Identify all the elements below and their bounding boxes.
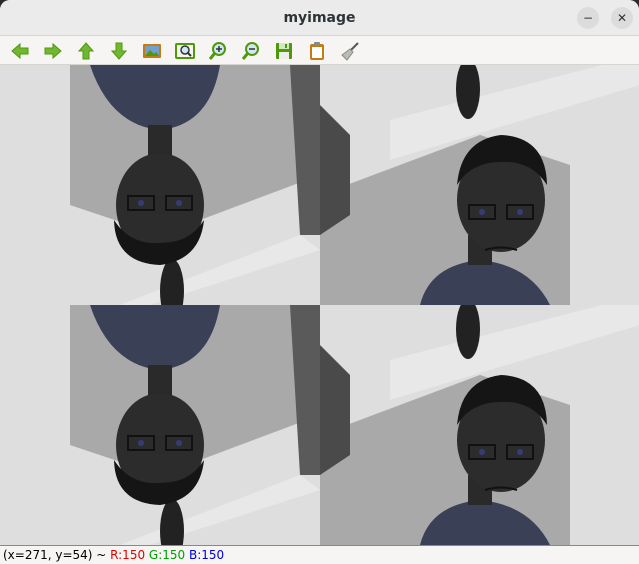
- image-canvas[interactable]: [0, 65, 639, 546]
- close-button[interactable]: ✕: [611, 7, 633, 29]
- status-green-value: G:150: [148, 548, 186, 562]
- pan-right-button[interactable]: [42, 40, 64, 62]
- pan-up-button[interactable]: [75, 40, 97, 62]
- arrow-right-icon: [44, 42, 62, 60]
- arrow-up-icon: [77, 42, 95, 60]
- window-title: myimage: [283, 10, 356, 26]
- zoom-fit-button[interactable]: [174, 40, 196, 62]
- zoom-out-icon: [241, 42, 259, 60]
- status-red-value: R:150: [110, 548, 146, 562]
- close-icon: ✕: [616, 11, 628, 25]
- status-blue-value: B:150: [189, 548, 225, 562]
- pan-down-button[interactable]: [108, 40, 130, 62]
- title-bar[interactable]: myimage − ✕: [0, 0, 639, 36]
- clear-button[interactable]: [339, 40, 361, 62]
- image-quadrant-flipped-top: [0, 65, 320, 305]
- zoom-in-icon: [208, 42, 226, 60]
- webcam-frame-normal: [320, 305, 639, 545]
- arrow-down-icon: [110, 42, 128, 60]
- zoom-image-button[interactable]: [141, 40, 163, 62]
- image-icon: [143, 44, 161, 58]
- save-icon: [276, 43, 292, 59]
- webcam-frame-flipped: [0, 305, 320, 545]
- minimize-icon: −: [582, 11, 594, 25]
- pan-left-button[interactable]: [9, 40, 31, 62]
- app-window: myimage − ✕ (x=271, y=54) ~ R:150 G:150 …: [0, 0, 639, 564]
- minimize-button[interactable]: −: [577, 7, 599, 29]
- properties-button[interactable]: [306, 40, 328, 62]
- zoom-fit-icon: [175, 43, 195, 59]
- broom-icon: [341, 42, 359, 61]
- clipboard-icon: [310, 42, 324, 60]
- status-coords: (x=271, y=54) ~: [3, 548, 111, 562]
- zoom-in-button[interactable]: [207, 40, 229, 62]
- toolbar: [0, 36, 639, 65]
- arrow-left-icon: [11, 42, 29, 60]
- webcam-frame-flipped: [0, 65, 320, 305]
- image-quadrant-normal-top: [320, 65, 639, 305]
- zoom-out-button[interactable]: [240, 40, 262, 62]
- status-bar: (x=271, y=54) ~ R:150 G:150 B:150: [0, 546, 639, 564]
- image-quadrant-normal-bottom: [320, 305, 639, 545]
- webcam-frame-normal: [320, 65, 639, 305]
- image-quadrant-flipped-bottom: [0, 305, 320, 545]
- save-button[interactable]: [273, 40, 295, 62]
